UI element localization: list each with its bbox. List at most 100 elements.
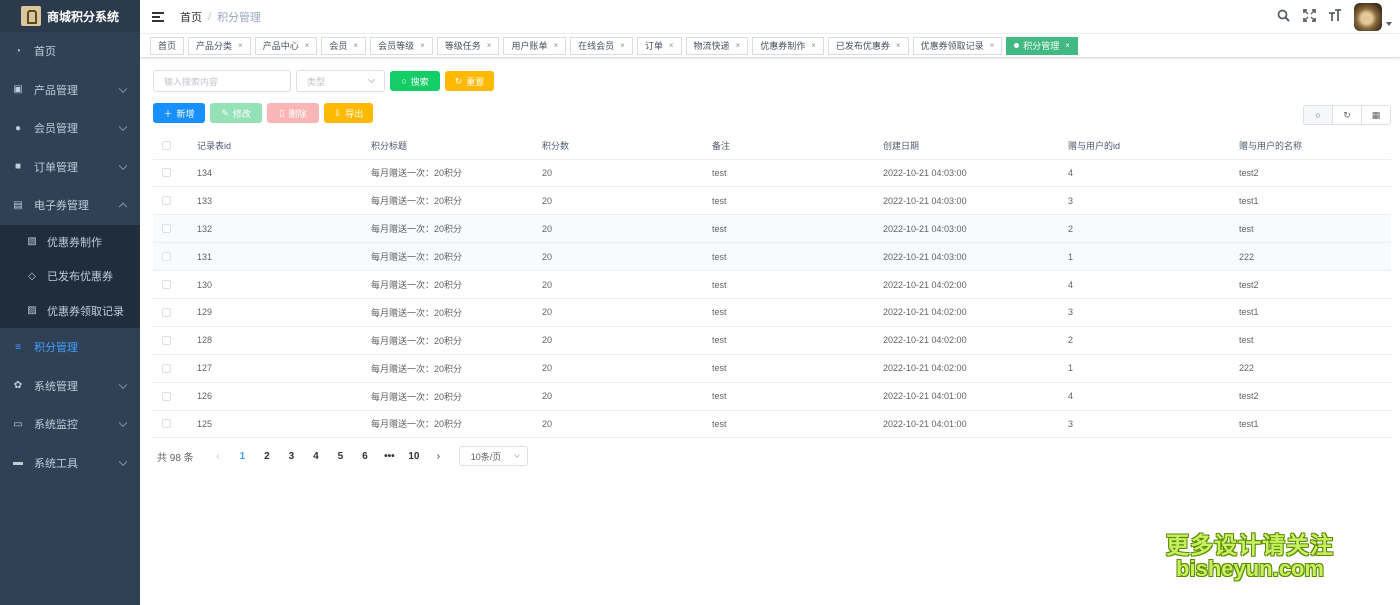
sidebar-item-system[interactable]: ✿ 系统管理 (0, 367, 140, 406)
tag-9[interactable]: 物流快递 × (685, 36, 749, 55)
row-checkbox[interactable] (162, 280, 171, 289)
search-button[interactable]: ○ 搜索 (390, 71, 440, 91)
select-all-checkbox[interactable] (162, 140, 171, 150)
column-header[interactable]: 赠与用户的id (1068, 132, 1239, 160)
more-pages-icon[interactable]: ••• (377, 451, 402, 462)
sidebar-item-lock[interactable]: ■ 订单管理 (0, 148, 140, 187)
columns-icon[interactable]: ▦ (1361, 105, 1391, 125)
export-button[interactable]: ⇩ 导出 (324, 103, 373, 123)
sidebar-item-dashboard[interactable]: ◔ 首页 (0, 32, 140, 71)
page-number[interactable]: 3 (279, 451, 304, 462)
add-button[interactable]: ＋新增 (153, 103, 205, 123)
tag-0[interactable]: 首页 (150, 36, 185, 55)
sidebar-item-product[interactable]: ▣ 产品管理 (0, 71, 140, 110)
page-number[interactable]: 4 (304, 451, 329, 462)
column-header[interactable]: 积分数 (542, 132, 712, 160)
tag-13[interactable]: 积分管理 × (1006, 36, 1078, 55)
close-icon[interactable]: × (487, 41, 492, 50)
page-number[interactable]: 1 (230, 451, 255, 462)
row-checkbox[interactable] (162, 196, 171, 206)
page-number[interactable]: 2 (255, 451, 280, 462)
next-page-icon[interactable]: › (426, 451, 451, 462)
table-row[interactable]: 128 每月赠送一次：20积分 20 test 2022-10-21 04:02:00 2… (153, 326, 1391, 355)
close-icon[interactable]: × (1065, 41, 1070, 50)
type-select[interactable]: 类型 (296, 70, 385, 92)
tag-5[interactable]: 等级任务 × (436, 36, 500, 55)
fullscreen-icon[interactable] (1296, 9, 1322, 25)
row-checkbox[interactable] (162, 224, 171, 234)
chevron-down-icon (118, 380, 128, 389)
delete-button[interactable]: ▯ 删除 (267, 103, 319, 123)
avatar[interactable] (1354, 3, 1382, 31)
prev-page-icon[interactable]: ‹ (206, 451, 231, 462)
row-checkbox[interactable] (162, 335, 171, 345)
close-icon[interactable]: × (811, 41, 816, 50)
tag-12[interactable]: 优惠券领取记录 × (912, 36, 1003, 55)
caret-down-icon[interactable] (1386, 22, 1392, 26)
close-icon[interactable]: × (353, 41, 358, 50)
tag-1[interactable]: 产品分类 × (188, 36, 251, 55)
tag-4[interactable]: 会员等级 × (370, 36, 433, 55)
refresh-icon[interactable]: ↻ (1332, 105, 1362, 125)
row-checkbox[interactable] (162, 363, 171, 373)
tag-11[interactable]: 已发布优惠券 × (827, 36, 909, 55)
page-number[interactable]: 5 (328, 451, 353, 462)
submenu-item-tag[interactable]: ◇ 已发布优惠券 (0, 259, 140, 294)
sidebar-item-monitor[interactable]: ▭ 系统监控 (0, 405, 140, 444)
tag-2[interactable]: 产品中心 × (254, 36, 318, 55)
row-checkbox[interactable] (162, 419, 171, 429)
tag-7[interactable]: 在线会员 × (570, 36, 633, 55)
tag-10[interactable]: 优惠券制作 × (752, 36, 824, 55)
submenu-item-coupon-edit[interactable]: ▧ 优惠券制作 (0, 225, 140, 260)
table-row[interactable]: 132 每月赠送一次：20积分 20 test 2022-10-21 04:03:00 2… (153, 214, 1391, 244)
close-icon[interactable]: × (238, 41, 243, 50)
sidebar-item-points[interactable]: ≡ 积分管理 (0, 328, 140, 367)
close-icon[interactable]: × (736, 41, 741, 50)
search-icon[interactable] (1270, 9, 1296, 25)
toggle-search-icon[interactable]: ○ (1303, 105, 1333, 125)
chevron-down-icon (118, 457, 128, 466)
close-icon[interactable]: × (305, 41, 310, 50)
column-header[interactable]: 记录表id (197, 132, 371, 160)
row-checkbox[interactable] (162, 168, 171, 178)
close-icon[interactable]: × (896, 41, 901, 50)
close-icon[interactable]: × (990, 41, 995, 50)
page-number[interactable]: 10 (402, 451, 427, 462)
sidebar-item-user[interactable]: ● 会员管理 (0, 109, 140, 148)
column-header[interactable]: 备注 (712, 132, 883, 160)
tag-8[interactable]: 订单 × (636, 36, 682, 55)
logo[interactable]: 商城积分系统 (0, 0, 140, 32)
table-row[interactable]: 133 每月赠送一次：20积分 20 test 2022-10-21 04:03:00 3… (153, 186, 1391, 216)
column-header[interactable]: 创建日期 (883, 132, 1068, 160)
table-row[interactable]: 126 每月赠送一次：20积分 20 test 2022-10-21 04:01:00 4… (153, 382, 1391, 411)
table-row[interactable]: 127 每月赠送一次：20积分 20 test 2022-10-21 04:02:00 1… (153, 354, 1391, 383)
hamburger-icon[interactable] (152, 11, 164, 22)
reset-button[interactable]: ↻ 重置 (445, 71, 494, 91)
edit-button[interactable]: ✎ 修改 (210, 103, 262, 123)
search-input[interactable]: 输入搜索内容 (153, 70, 291, 92)
row-checkbox[interactable] (162, 252, 171, 262)
tag-3[interactable]: 会员 × (321, 36, 367, 55)
table-row[interactable]: 131 每月赠送一次：20积分 20 test 2022-10-21 04:03:00 1… (153, 242, 1391, 272)
page-number[interactable]: 6 (353, 451, 378, 462)
close-icon[interactable]: × (553, 41, 558, 50)
sidebar-item-toolbox[interactable]: ▬ 系统工具 (0, 444, 140, 483)
table-row[interactable]: 130 每月赠送一次：20积分 20 test 2022-10-21 04:02:00 4… (153, 270, 1391, 299)
close-icon[interactable]: × (669, 41, 674, 50)
sidebar-item-coupon[interactable]: ▤ 电子券管理 (0, 186, 140, 225)
close-icon[interactable]: × (620, 41, 625, 50)
column-header[interactable]: 积分标题 (371, 132, 542, 160)
row-checkbox[interactable] (162, 307, 171, 317)
tag-6[interactable]: 用户账单 × (503, 36, 567, 55)
table-row[interactable]: 125 每月赠送一次：20积分 20 test 2022-10-21 04:01:00 3… (153, 410, 1391, 439)
breadcrumb-home[interactable]: 首页 (180, 9, 202, 25)
font-size-icon[interactable] (1322, 9, 1348, 25)
table-row[interactable]: 129 每月赠送一次：20积分 20 test 2022-10-21 04:02:00 3… (153, 298, 1391, 327)
column-header[interactable]: 赠与用户的名称 (1239, 132, 1391, 160)
table-row[interactable]: 134 每月赠送一次：20积分 20 test 2022-10-21 04:03:00 4… (153, 159, 1391, 188)
submenu-item-record[interactable]: ▨ 优惠券领取记录 (0, 294, 140, 329)
watermark-line2: bisheyun.com (1176, 555, 1324, 581)
row-checkbox[interactable] (162, 391, 171, 401)
close-icon[interactable]: × (420, 41, 425, 50)
page-size-select[interactable]: 10条/页 (458, 446, 528, 466)
